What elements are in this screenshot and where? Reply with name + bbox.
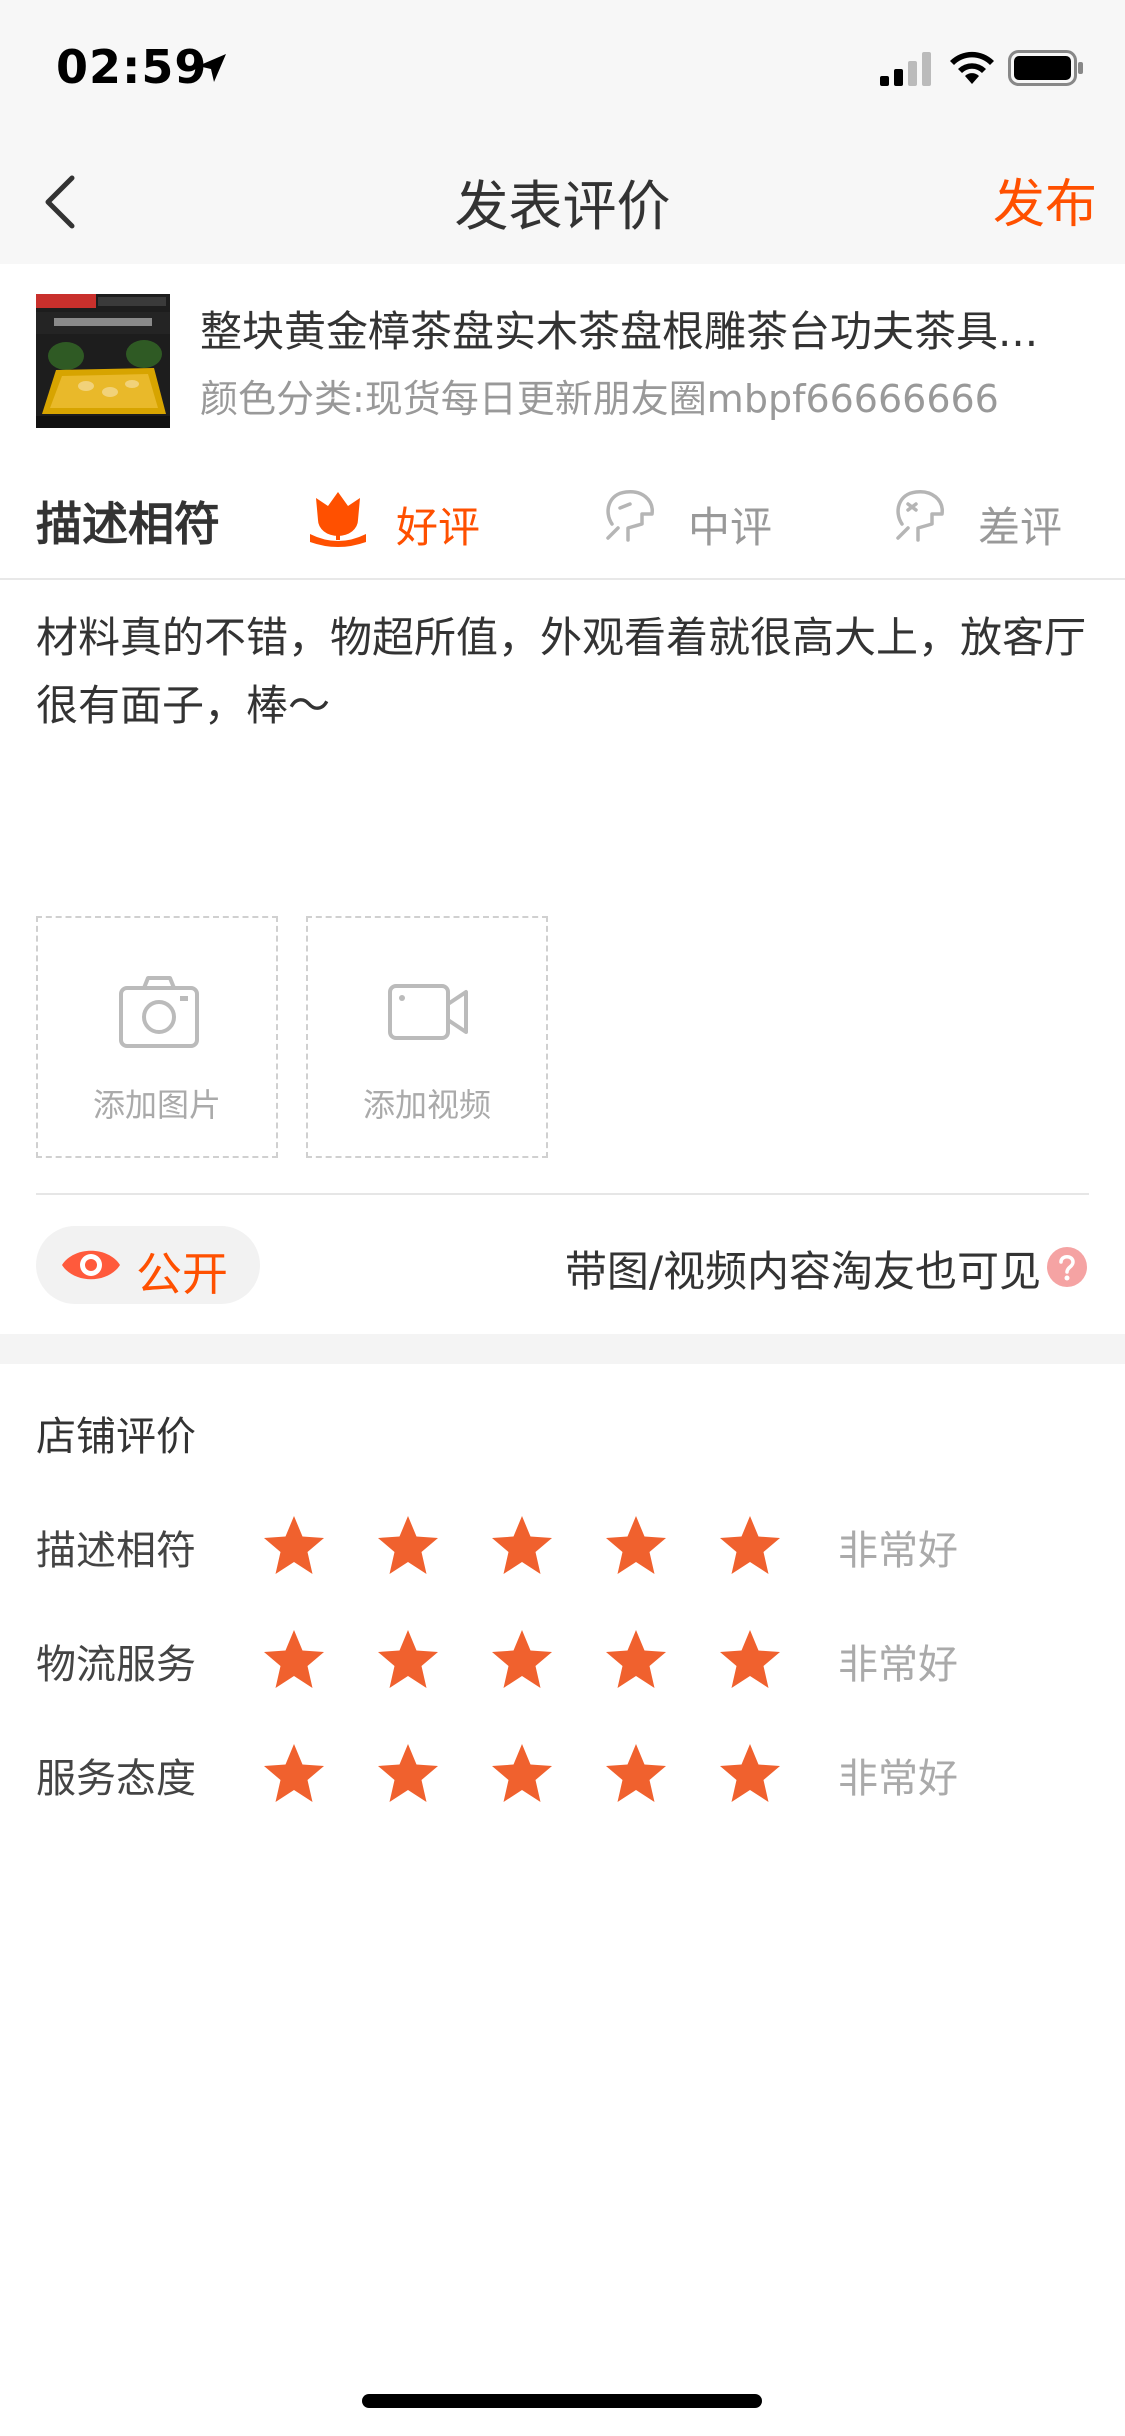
shop-rating-label: 物流服务	[36, 1642, 196, 1688]
star-icon[interactable]	[718, 1742, 782, 1806]
visibility-note: 带图/视频内容淘友也可见	[564, 1247, 1041, 1296]
product-thumbnail	[36, 294, 170, 428]
add-video-label: 添加视频	[362, 1086, 491, 1124]
face-bad-icon	[896, 490, 944, 542]
visibility-label: 公开	[136, 1247, 228, 1301]
product-sku: 颜色分类:现货每日更新朋友圈mbpf66666666	[200, 377, 999, 421]
shop-rating-row: 描述相符 非常好	[0, 1504, 1125, 1584]
battery-icon	[1008, 50, 1083, 86]
rating-option-label: 差评	[978, 503, 1063, 552]
face-neutral-icon	[606, 490, 654, 542]
flower-good-icon	[310, 492, 366, 547]
star-icon[interactable]	[604, 1742, 668, 1806]
star-rating[interactable]	[262, 1742, 802, 1806]
eye-icon	[62, 1250, 120, 1280]
star-icon[interactable]	[376, 1514, 440, 1578]
shop-rating-row: 服务态度 非常好	[0, 1732, 1125, 1812]
shop-rating-label: 描述相符	[36, 1528, 196, 1574]
add-photo-button[interactable]: 添加图片	[36, 916, 278, 1158]
star-icon[interactable]	[604, 1514, 668, 1578]
item-rating-row: 描述相符 好评 中评 差评	[0, 454, 1125, 580]
page-title: 发表评价	[454, 175, 671, 238]
rating-option-neutral[interactable]: 中评	[598, 480, 788, 552]
rating-label: 描述相符	[36, 497, 220, 551]
star-icon[interactable]	[262, 1514, 326, 1578]
camera-icon	[119, 976, 199, 1048]
star-icon[interactable]	[490, 1628, 554, 1692]
rating-option-bad[interactable]: 差评	[888, 480, 1078, 552]
star-icon[interactable]	[262, 1628, 326, 1692]
section-gap	[0, 1334, 1125, 1364]
rating-option-good[interactable]: 好评	[306, 480, 496, 552]
star-icon[interactable]	[604, 1628, 668, 1692]
product-info: 整块黄金樟茶盘实木茶盘根雕茶台功夫茶具... 颜色分类:现货每日更新朋友圈mbp…	[0, 264, 1125, 454]
cellular-signal-icon	[880, 52, 931, 86]
status-time: 02:59	[56, 40, 208, 94]
visibility-toggle[interactable]: 公开	[36, 1226, 260, 1304]
shop-rating-row: 物流服务 非常好	[0, 1618, 1125, 1698]
shop-rating-value: 非常好	[838, 1756, 958, 1802]
rating-option-label: 好评	[396, 503, 481, 552]
shop-rating-value: 非常好	[838, 1528, 958, 1574]
product-title: 整块黄金樟茶盘实木茶盘根雕茶台功夫茶具...	[200, 307, 1039, 356]
video-camera-icon	[388, 984, 468, 1040]
star-rating[interactable]	[262, 1628, 802, 1692]
publish-button[interactable]: 发布	[993, 162, 1097, 237]
star-icon[interactable]	[376, 1628, 440, 1692]
star-icon[interactable]	[262, 1742, 326, 1806]
star-icon[interactable]	[376, 1742, 440, 1806]
star-icon[interactable]	[490, 1514, 554, 1578]
star-icon[interactable]	[718, 1628, 782, 1692]
rating-option-label: 中评	[688, 503, 773, 552]
star-rating[interactable]	[262, 1514, 802, 1578]
shop-rating-title: 店铺评价	[36, 1414, 196, 1460]
shop-rating-label: 服务态度	[36, 1756, 196, 1802]
location-arrow-icon	[198, 54, 226, 82]
add-photo-label: 添加图片	[92, 1086, 221, 1124]
star-icon[interactable]	[490, 1742, 554, 1806]
star-icon[interactable]	[718, 1514, 782, 1578]
status-bar: 02:59	[0, 0, 1125, 132]
divider	[36, 1193, 1089, 1195]
wifi-icon	[950, 51, 994, 84]
add-video-button[interactable]: 添加视频	[306, 916, 548, 1158]
shop-rating-value: 非常好	[838, 1642, 958, 1688]
home-indicator	[362, 2394, 762, 2408]
review-textarea[interactable]: 材料真的不错，物超所值，外观看着就很高大上，放客厅很有面子，棒～	[36, 604, 1086, 740]
nav-bar: 发表评价 发布	[0, 132, 1125, 264]
question-circle-icon[interactable]	[1046, 1246, 1088, 1288]
